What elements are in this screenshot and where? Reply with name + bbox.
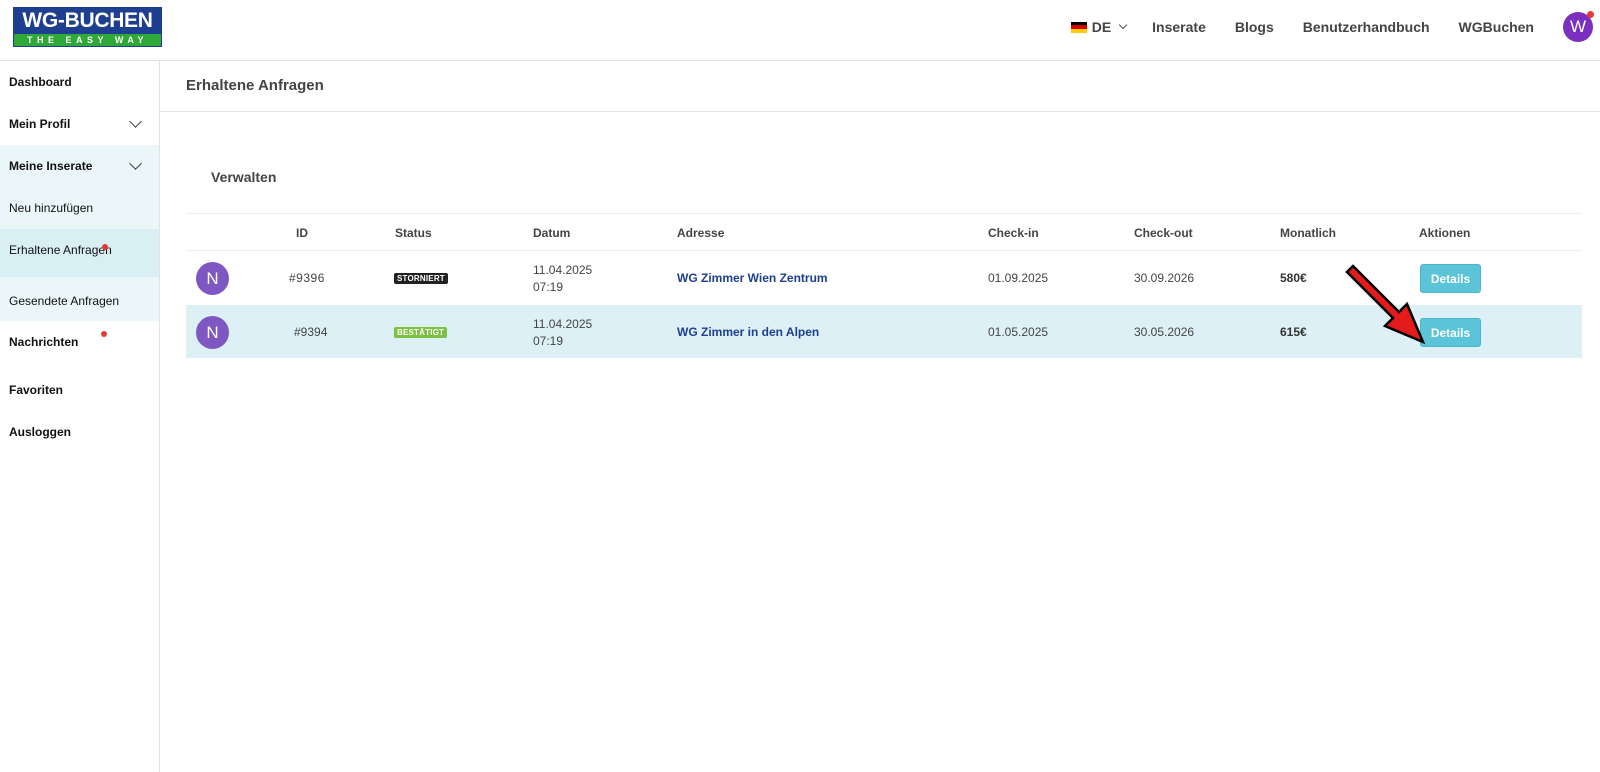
notification-dot xyxy=(1587,11,1594,18)
sidebar-item-meine-inserate[interactable]: Meine Inserate xyxy=(0,145,159,187)
user-avatar[interactable]: W xyxy=(1563,11,1594,42)
sidebar-item-ausloggen[interactable]: Ausloggen xyxy=(0,411,159,453)
sidebar-item-favoriten[interactable]: Favoriten xyxy=(0,369,159,411)
nav-wgbuchen[interactable]: WGBuchen xyxy=(1459,19,1534,35)
chevron-down-icon xyxy=(1118,20,1128,30)
request-id: #9394 xyxy=(294,325,328,339)
monthly-price: 615€ xyxy=(1280,325,1307,339)
section-title: Verwalten xyxy=(211,169,277,185)
column-header-monatlich: Monatlich xyxy=(1280,226,1336,240)
avatar-letter: W xyxy=(1569,17,1587,36)
address-link[interactable]: WG Zimmer in den Alpen xyxy=(677,325,819,339)
annotation-arrow-icon xyxy=(1345,264,1426,345)
chevron-down-icon xyxy=(129,157,142,170)
checkout-date: 30.09.2026 xyxy=(1134,271,1195,285)
request-id: #9396 xyxy=(289,271,325,285)
logo-tagline: THE EASY WAY xyxy=(14,34,161,46)
column-header-aktionen: Aktionen xyxy=(1419,226,1471,240)
monthly-price: 580€ xyxy=(1280,271,1307,285)
request-time: 07:19 xyxy=(533,334,564,348)
request-date: 11.04.2025 xyxy=(533,263,593,277)
notification-dot xyxy=(102,244,108,250)
sidebar-item-mein-profil[interactable]: Mein Profil xyxy=(0,103,159,145)
address-link[interactable]: WG Zimmer Wien Zentrum xyxy=(677,271,828,285)
request-time: 07:19 xyxy=(533,280,564,294)
language-selector[interactable]: DE xyxy=(1070,19,1128,35)
sidebar-item-label: Nachrichten xyxy=(9,335,79,349)
sidebar-item-label: Neu hinzufügen xyxy=(9,201,94,215)
top-header: WG-BUCHEN THE EASY WAY DE Inserate Blogs… xyxy=(0,0,1600,61)
details-button[interactable]: Details xyxy=(1420,264,1481,293)
german-flag-icon xyxy=(1070,21,1087,33)
column-header-status: Status xyxy=(395,226,432,240)
nav-inserate[interactable]: Inserate xyxy=(1152,19,1206,35)
status-badge: STORNIERT xyxy=(394,273,448,284)
chevron-down-icon xyxy=(129,115,142,128)
nav-blogs[interactable]: Blogs xyxy=(1235,19,1274,35)
column-header-datum: Datum xyxy=(533,226,571,240)
column-header-id: ID xyxy=(296,226,308,240)
sidebar-item-label: Meine Inserate xyxy=(9,159,93,173)
sidebar-item-label: Ausloggen xyxy=(9,425,71,439)
sidebar-item-gesendete-anfragen[interactable]: Gesendete Anfragen xyxy=(0,277,159,321)
top-nav: DE Inserate Blogs Benutzerhandbuch WGBuc… xyxy=(1070,0,1600,54)
sidebar-item-label: Dashboard xyxy=(9,75,72,89)
sidebar-item-dashboard[interactable]: Dashboard xyxy=(0,61,159,103)
column-header-adresse: Adresse xyxy=(677,226,725,240)
sidebar-item-erhaltene-anfragen[interactable]: Erhaltene Anfragen xyxy=(0,229,159,277)
notification-dot xyxy=(101,331,107,337)
details-button[interactable]: Details xyxy=(1420,318,1481,347)
sidebar-item-neu-hinzufuegen[interactable]: Neu hinzufügen xyxy=(0,187,159,229)
checkin-date: 01.05.2025 xyxy=(988,325,1049,339)
logo-title: WG-BUCHEN xyxy=(14,8,161,34)
request-date: 11.04.2025 xyxy=(533,317,593,331)
checkin-date: 01.09.2025 xyxy=(988,271,1049,285)
page-title-bar: Erhaltene Anfragen xyxy=(160,61,1600,112)
page-title: Erhaltene Anfragen xyxy=(186,77,324,94)
column-header-checkout: Check-out xyxy=(1134,226,1193,240)
sidebar-item-label: Erhaltene Anfragen xyxy=(9,243,112,257)
table-header: ID Status Datum Adresse Check-in Check-o… xyxy=(186,213,1582,251)
sidebar-item-label: Mein Profil xyxy=(9,117,71,131)
sidebar-item-label: Gesendete Anfragen xyxy=(9,294,120,308)
sidebar-item-label: Favoriten xyxy=(9,383,64,397)
nav-benutzerhandbuch[interactable]: Benutzerhandbuch xyxy=(1303,19,1430,35)
language-label: DE xyxy=(1091,19,1112,35)
avatar: N xyxy=(196,262,229,295)
sidebar: Dashboard Mein Profil Meine Inserate Neu… xyxy=(0,61,160,772)
column-header-checkin: Check-in xyxy=(988,226,1039,240)
sidebar-item-nachrichten[interactable]: Nachrichten xyxy=(0,321,159,363)
avatar: N xyxy=(196,316,229,349)
site-logo[interactable]: WG-BUCHEN THE EASY WAY xyxy=(13,7,162,47)
status-badge: BESTÄTIGT xyxy=(394,327,448,338)
checkout-date: 30.05.2026 xyxy=(1134,325,1195,339)
